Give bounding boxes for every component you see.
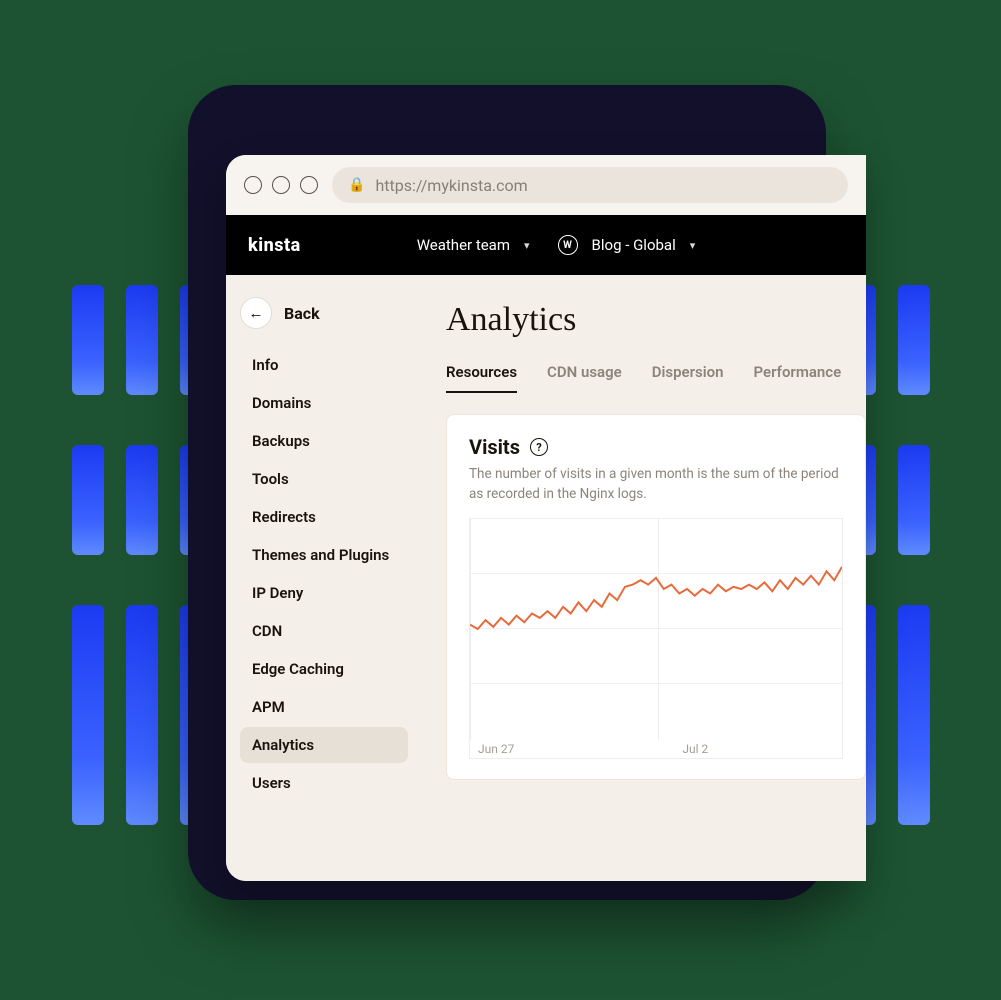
back-label: Back bbox=[284, 304, 320, 323]
window-controls bbox=[244, 176, 318, 194]
help-icon[interactable]: ? bbox=[530, 438, 548, 456]
decor-bar bbox=[126, 605, 158, 825]
window-dot[interactable] bbox=[300, 176, 318, 194]
visits-chart: Jun 27 Jul 2 bbox=[469, 518, 843, 759]
app-header: kinsta Weather team ▾ W Blog - Global ▾ bbox=[226, 215, 866, 275]
sidebar-item-info[interactable]: Info bbox=[240, 347, 408, 383]
window-dot[interactable] bbox=[272, 176, 290, 194]
sidebar-item-analytics[interactable]: Analytics bbox=[240, 727, 408, 763]
sidebar-item-themes-and-plugins[interactable]: Themes and Plugins bbox=[240, 537, 408, 573]
arrow-left-icon: ← bbox=[249, 304, 264, 322]
sidebar-item-domains[interactable]: Domains bbox=[240, 385, 408, 421]
decor-bar bbox=[126, 285, 158, 395]
team-dropdown-label: Weather team bbox=[417, 236, 510, 254]
decor-bar bbox=[898, 285, 930, 395]
tab-dispersion[interactable]: Dispersion bbox=[652, 363, 724, 393]
sidebar-item-ip-deny[interactable]: IP Deny bbox=[240, 575, 408, 611]
decor-bar bbox=[126, 445, 158, 555]
card-heading: Visits bbox=[469, 435, 520, 459]
browser-window: 🔒 https://mykinsta.com kinsta Weather te… bbox=[226, 155, 866, 881]
lock-icon: 🔒 bbox=[348, 177, 365, 193]
main-panel: Analytics Resources CDN usage Dispersion Pe… bbox=[418, 275, 866, 881]
sidebar-item-redirects[interactable]: Redirects bbox=[240, 499, 408, 535]
visits-card: Visits ? The number of visits in a given… bbox=[446, 414, 866, 780]
chevron-down-icon: ▾ bbox=[690, 239, 696, 252]
decor-bar bbox=[72, 285, 104, 395]
sidebar-item-edge-caching[interactable]: Edge Caching bbox=[240, 651, 408, 687]
logo[interactable]: kinsta bbox=[248, 235, 301, 256]
url-text: https://mykinsta.com bbox=[375, 176, 527, 195]
decor-bar bbox=[72, 605, 104, 825]
sidebar-item-users[interactable]: Users bbox=[240, 765, 408, 801]
sidebar-item-tools[interactable]: Tools bbox=[240, 461, 408, 497]
back-button[interactable]: ← bbox=[240, 297, 272, 329]
sidebar-item-cdn[interactable]: CDN bbox=[240, 613, 408, 649]
tab-cdn-usage[interactable]: CDN usage bbox=[547, 363, 622, 393]
chevron-down-icon: ▾ bbox=[524, 239, 530, 252]
team-dropdown[interactable]: Weather team ▾ bbox=[417, 236, 530, 254]
window-dot[interactable] bbox=[244, 176, 262, 194]
decor-bar bbox=[72, 445, 104, 555]
decor-bar bbox=[898, 605, 930, 825]
tab-resources[interactable]: Resources bbox=[446, 363, 517, 393]
sidebar-item-backups[interactable]: Backups bbox=[240, 423, 408, 459]
x-tick: Jul 2 bbox=[682, 742, 708, 756]
tab-performance[interactable]: Performance bbox=[753, 363, 841, 393]
browser-chrome: 🔒 https://mykinsta.com bbox=[226, 155, 866, 215]
page-title: Analytics bbox=[446, 301, 866, 339]
site-dropdown-label: Blog - Global bbox=[592, 236, 676, 254]
site-dropdown[interactable]: W Blog - Global ▾ bbox=[558, 235, 696, 255]
sidebar: ← Back InfoDomainsBackupsToolsRedirectsT… bbox=[226, 275, 418, 881]
card-description: The number of visits in a given month is… bbox=[469, 465, 843, 504]
sidebar-item-apm[interactable]: APM bbox=[240, 689, 408, 725]
decor-bar bbox=[898, 445, 930, 555]
wordpress-icon: W bbox=[558, 235, 578, 255]
url-bar[interactable]: 🔒 https://mykinsta.com bbox=[332, 167, 848, 203]
x-tick: Jun 27 bbox=[478, 742, 514, 756]
tabs: Resources CDN usage Dispersion Performance bbox=[446, 363, 866, 394]
sidebar-nav: InfoDomainsBackupsToolsRedirectsThemes a… bbox=[240, 347, 408, 801]
